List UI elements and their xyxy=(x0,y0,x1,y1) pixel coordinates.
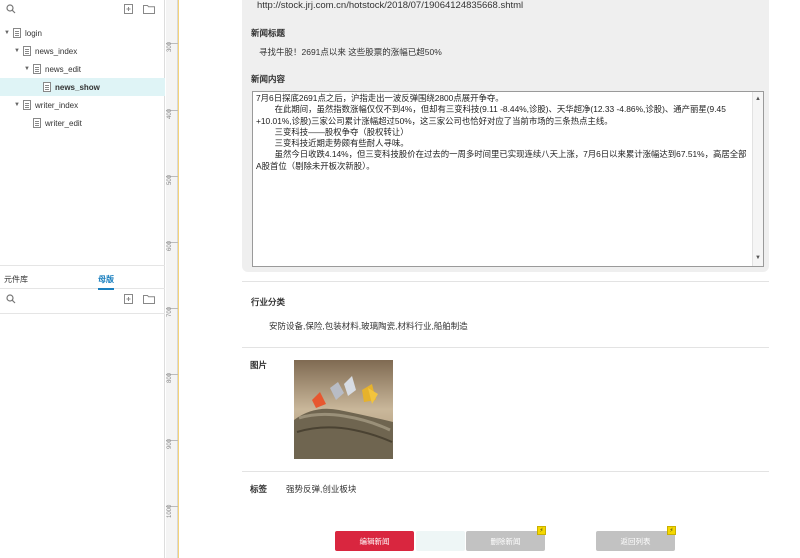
page-icon xyxy=(23,100,31,110)
content-line: 三变科技——股权争夺（股权转让） xyxy=(256,126,409,137)
edit-news-button[interactable]: 编辑新闻 xyxy=(335,531,414,551)
page-icon xyxy=(13,28,21,38)
page-tree: ▼ login ▼ news_index ▼ news_edit news_sh… xyxy=(0,24,165,132)
vertical-ruler: 300 400 500 600 700 800 900 1000 xyxy=(166,0,178,558)
delete-news-button[interactable]: 删除新闻 ⚡ xyxy=(466,526,546,551)
tree-item-label: news_show xyxy=(55,82,100,92)
add-page-icon[interactable] xyxy=(124,4,134,14)
tree-item-login[interactable]: ▼ login xyxy=(0,24,165,42)
scroll-up-icon[interactable]: ▲ xyxy=(755,94,761,105)
library-tabs: 元件库 母版 xyxy=(0,265,165,290)
divider xyxy=(0,313,165,314)
interaction-flag-icon: ⚡ xyxy=(667,526,676,535)
chevron-down-icon[interactable]: ▼ xyxy=(14,102,20,108)
image-label: 图片 xyxy=(250,360,268,370)
tree-item-news-show[interactable]: news_show xyxy=(0,78,165,96)
search-icon[interactable] xyxy=(6,294,16,304)
title-label: 新闻标题 xyxy=(251,28,286,38)
tree-item-label: news_index xyxy=(35,46,78,56)
divider xyxy=(242,471,769,472)
design-canvas: http://stock.jrj.com.cn/hotstock/2018/07… xyxy=(179,0,800,558)
page-icon xyxy=(33,118,41,128)
ruler-label: 600 xyxy=(167,240,173,251)
content-line: 在此期间，虽然指数涨幅仅仅不到4%，但却有三变科技(9.11 -8.44%,诊股… xyxy=(256,104,729,126)
content-line: 7月6日探底2691点之后，沪指走出一波反弹围绕2800点展开争夺。 xyxy=(256,93,504,103)
pages-toolbar xyxy=(0,0,165,20)
tree-item-label: news_edit xyxy=(45,64,82,74)
ruler-label: 300 xyxy=(167,41,173,52)
content-line: 虽然今日收跌4.14%，但三变科技股价在过去的一周多时间里已实现连续八天上涨，7… xyxy=(256,149,747,171)
search-icon[interactable] xyxy=(6,4,16,14)
interaction-flag-icon: ⚡ xyxy=(537,526,546,535)
ruler-label: 700 xyxy=(167,306,173,317)
axure-editor: ▼ login ▼ news_index ▼ news_edit news_sh… xyxy=(0,0,800,558)
tags-value: 强势反弹,创业板块 xyxy=(286,484,357,494)
page-icon xyxy=(33,64,41,74)
delete-news-label: 删除新闻 xyxy=(490,536,521,546)
tree-item-label: writer_index xyxy=(35,100,79,110)
ruler-label: 900 xyxy=(167,438,173,449)
tab-masters[interactable]: 母版 xyxy=(98,274,114,290)
tree-item-news-edit[interactable]: ▼ news_edit xyxy=(0,60,165,78)
industry-value: 安防设备,保险,包装材料,玻璃陶瓷,材料行业,船舶制造 xyxy=(269,321,468,331)
tree-item-news-index[interactable]: ▼ news_index xyxy=(0,42,165,60)
scroll-down-icon[interactable]: ▼ xyxy=(755,253,761,264)
ruler-label: 1000 xyxy=(167,504,173,518)
industry-label: 行业分类 xyxy=(251,297,286,307)
masters-toolbar xyxy=(0,290,165,310)
chevron-down-icon[interactable]: ▼ xyxy=(24,66,30,72)
ruler-label: 400 xyxy=(167,108,173,119)
tree-item-writer-edit[interactable]: writer_edit xyxy=(0,114,165,132)
ruler-label: 500 xyxy=(167,174,173,185)
back-to-list-label: 返回列表 xyxy=(620,536,651,546)
news-url: http://stock.jrj.com.cn/hotstock/2018/07… xyxy=(257,0,524,11)
tree-item-label: writer_edit xyxy=(45,118,82,128)
content-line: 三变科技近期走势颇有些耐人寻味。 xyxy=(256,138,409,149)
butterfly-crocodile-image xyxy=(294,360,393,459)
add-master-icon[interactable] xyxy=(124,294,134,304)
chevron-down-icon[interactable]: ▼ xyxy=(4,30,10,36)
add-folder-icon[interactable] xyxy=(143,4,155,14)
content-textarea[interactable]: 7月6日探底2691点之后，沪指走出一波反弹围绕2800点展开争夺。 在此期间，… xyxy=(252,91,764,267)
title-value: 寻找牛股！2691点以来 这些股票的涨幅已超50% xyxy=(259,47,442,57)
hidden-button-area xyxy=(416,531,465,551)
tab-libraries[interactable]: 元件库 xyxy=(4,274,28,285)
page-icon xyxy=(23,46,31,56)
divider xyxy=(242,281,769,282)
tree-item-label: login xyxy=(25,28,42,38)
news-image xyxy=(294,360,393,459)
add-folder-icon[interactable] xyxy=(143,294,155,304)
tree-item-writer-index[interactable]: ▼ writer_index xyxy=(0,96,165,114)
divider xyxy=(242,347,769,348)
textarea-scrollbar[interactable]: ▲ ▼ xyxy=(752,92,763,266)
ruler-label: 800 xyxy=(167,372,173,383)
back-to-list-button[interactable]: 返回列表 ⚡ xyxy=(596,526,676,551)
tags-label: 标签 xyxy=(250,484,268,494)
content-label: 新闻内容 xyxy=(251,74,286,84)
page-icon xyxy=(43,82,51,92)
left-panel: ▼ login ▼ news_index ▼ news_edit news_sh… xyxy=(0,0,165,558)
chevron-down-icon[interactable]: ▼ xyxy=(14,48,20,54)
